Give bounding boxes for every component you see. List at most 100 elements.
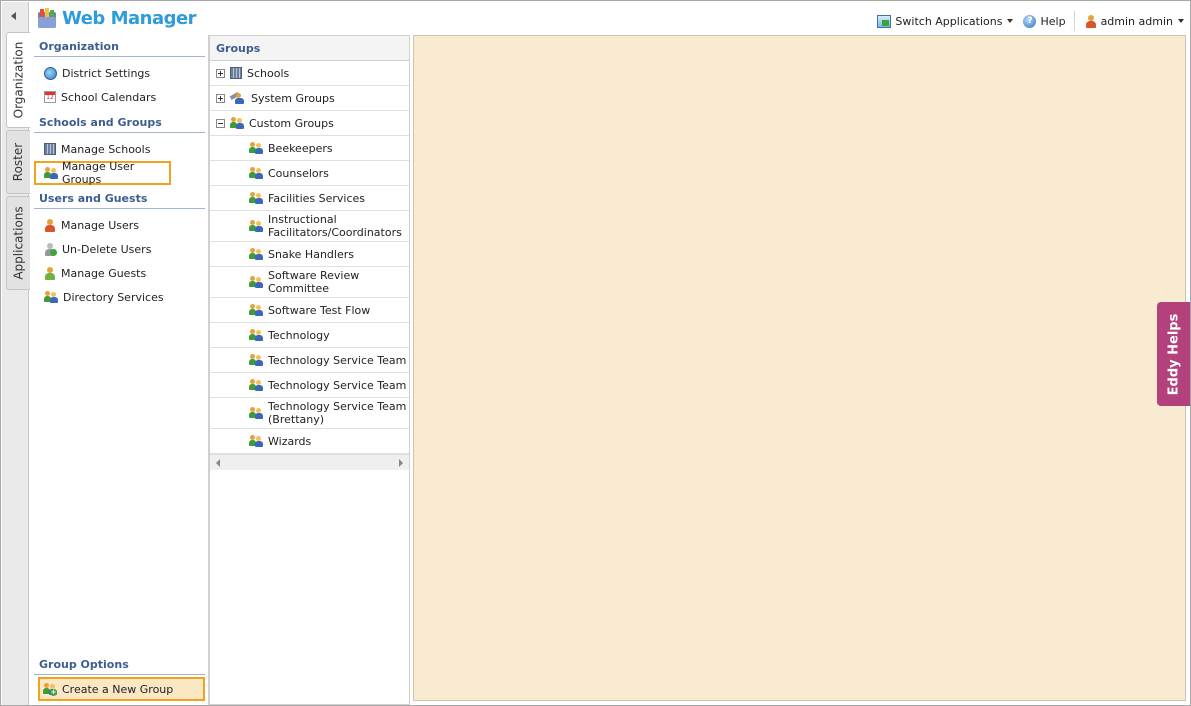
tab-roster[interactable]: Roster: [6, 130, 30, 194]
tree-node-custom-group[interactable]: Beekeepers: [210, 136, 409, 161]
nav-section-users-guests: Users and Guests Manage Users Un-Delete …: [34, 189, 205, 309]
tree-node-system-groups[interactable]: System Groups: [210, 86, 409, 111]
users-icon: [249, 379, 263, 391]
nav-item-label: Un-Delete Users: [62, 242, 152, 256]
users-icon: [230, 117, 244, 129]
tree-node-custom-group[interactable]: Counselors: [210, 161, 409, 186]
tree-node-label: Technology Service Team: [268, 378, 407, 392]
tree-node-label: Software Test Flow: [268, 303, 371, 317]
nav-item-label: Manage Users: [61, 218, 139, 232]
groups-tree-panel: Groups Schools System Groups Custom Grou…: [209, 35, 410, 705]
users-icon: [249, 220, 263, 232]
users-icon: [249, 435, 263, 447]
expand-plus-icon[interactable]: [216, 68, 225, 78]
nav-heading-schools-groups: Schools and Groups: [34, 113, 205, 133]
tree-node-custom-group[interactable]: Technology Service Team (Brettany): [210, 398, 409, 429]
switch-applications-label: Switch Applications: [895, 14, 1003, 28]
help-label: Help: [1040, 14, 1066, 28]
nav-item-label: Manage User Groups: [62, 160, 135, 186]
main-content-area: [413, 35, 1186, 701]
users-icon: [249, 167, 263, 179]
tree-node-custom-group[interactable]: Technology Service Team: [210, 373, 409, 398]
scroll-left-icon[interactable]: [216, 459, 220, 467]
user-icon: [44, 218, 56, 232]
tree-node-custom-group[interactable]: Snake Handlers: [210, 242, 409, 267]
scroll-right-icon[interactable]: [399, 459, 403, 467]
tree-node-custom-group[interactable]: Instructional Facilitators/Coordinators: [210, 211, 409, 242]
add-group-icon: +: [43, 682, 57, 696]
nav-item-manage-user-groups[interactable]: Manage User Groups: [34, 160, 171, 186]
tree-node-custom-group[interactable]: Software Test Flow: [210, 298, 409, 323]
tree-node-schools[interactable]: Schools: [210, 61, 409, 86]
tree-node-label: Facilities Services: [268, 191, 366, 205]
left-nav-panel: Organization District Settings 12 School…: [30, 35, 209, 705]
user-icon: [1085, 14, 1097, 28]
chevron-down-icon: [1178, 19, 1184, 23]
tree-node-custom-groups[interactable]: Custom Groups: [210, 111, 409, 136]
switch-applications-icon: [877, 14, 892, 28]
nav-item-label: District Settings: [62, 66, 151, 80]
users-icon: [249, 248, 263, 260]
top-toolbar: Switch Applications ? Help admin admin: [867, 11, 1184, 31]
horizontal-scrollbar[interactable]: [210, 454, 409, 470]
nav-item-directory-services[interactable]: Directory Services: [34, 285, 205, 309]
eddy-helps-tab[interactable]: Eddy Helps: [1157, 302, 1190, 406]
vertical-tab-strip: Organization Roster Applications: [2, 2, 30, 705]
nav-item-manage-schools[interactable]: Manage Schools: [34, 137, 205, 161]
nav-item-school-calendars[interactable]: 12 School Calendars: [34, 85, 205, 109]
collapse-minus-icon[interactable]: [216, 118, 225, 128]
nav-section-schools-groups: Schools and Groups Manage Schools Manage…: [34, 113, 205, 186]
tree-node-label: Schools: [247, 66, 290, 80]
tree-node-label: System Groups: [251, 91, 335, 105]
create-new-group-button[interactable]: + Create a New Group: [38, 677, 205, 701]
help-button[interactable]: ? Help: [1023, 14, 1066, 28]
tree-node-label: Technology Service Team: [268, 353, 407, 367]
app-title: Web Manager: [62, 7, 197, 29]
tab-applications[interactable]: Applications: [6, 196, 30, 290]
nav-heading-organization: Organization: [34, 37, 205, 57]
logo: Web Manager: [36, 7, 197, 29]
expand-plus-icon[interactable]: [216, 93, 225, 103]
tree-node-custom-group[interactable]: Software Review Committee: [210, 267, 409, 298]
nav-item-undelete-users[interactable]: Un-Delete Users: [34, 237, 205, 261]
user-menu[interactable]: admin admin: [1085, 14, 1184, 28]
tree-node-custom-group[interactable]: Technology: [210, 323, 409, 348]
tab-applications-label: Applications: [11, 206, 26, 280]
groups-panel-heading: Groups: [210, 36, 409, 61]
tab-organization[interactable]: Organization: [6, 32, 30, 128]
nav-item-district-settings[interactable]: District Settings: [34, 61, 205, 85]
nav-item-label: Create a New Group: [62, 682, 174, 696]
custom-groups-list: Beekeepers Counselors Facilities Services I…: [210, 136, 409, 454]
tree-node-label: Wizards: [268, 434, 312, 448]
tree-node-custom-group[interactable]: Technology Service Team: [210, 348, 409, 373]
nav-item-label: School Calendars: [61, 90, 157, 104]
tree-node-label: Snake Handlers: [268, 247, 354, 261]
guest-icon: [44, 266, 56, 280]
nav-item-manage-users[interactable]: Manage Users: [34, 213, 205, 237]
calendar-icon: 12: [44, 91, 56, 103]
app-window: Organization Roster Applications Web Man…: [0, 0, 1191, 706]
tree-node-label: Custom Groups: [249, 116, 334, 130]
header: Web Manager Switch Applications ? Help a…: [30, 2, 1190, 35]
nav-section-group-options: Group Options + Create a New Group: [34, 655, 205, 701]
tree-node-label: Counselors: [268, 166, 329, 180]
tab-organization-label: Organization: [11, 41, 26, 119]
users-icon: [249, 192, 263, 204]
nav-item-label: Manage Guests: [61, 266, 147, 280]
switch-applications-menu[interactable]: Switch Applications: [877, 14, 1014, 28]
tree-node-label: Technology Service Team (Brettany): [268, 400, 407, 426]
undelete-user-icon: [44, 242, 57, 256]
eddy-helps-label: Eddy Helps: [1166, 313, 1182, 395]
users-icon: [249, 407, 263, 419]
building-icon: [44, 143, 56, 155]
nav-item-manage-guests[interactable]: Manage Guests: [34, 261, 205, 285]
help-icon: ?: [1023, 14, 1037, 28]
tree-node-label: Beekeepers: [268, 141, 333, 155]
nav-section-organization: Organization District Settings 12 School…: [34, 37, 205, 109]
nav-item-label: Manage Schools: [61, 142, 151, 156]
collapse-arrow-icon[interactable]: [11, 12, 16, 20]
globe-icon: [44, 66, 57, 80]
tree-node-custom-group[interactable]: Facilities Services: [210, 186, 409, 211]
tab-roster-label: Roster: [11, 142, 26, 182]
tree-node-custom-group[interactable]: Wizards: [210, 429, 409, 454]
